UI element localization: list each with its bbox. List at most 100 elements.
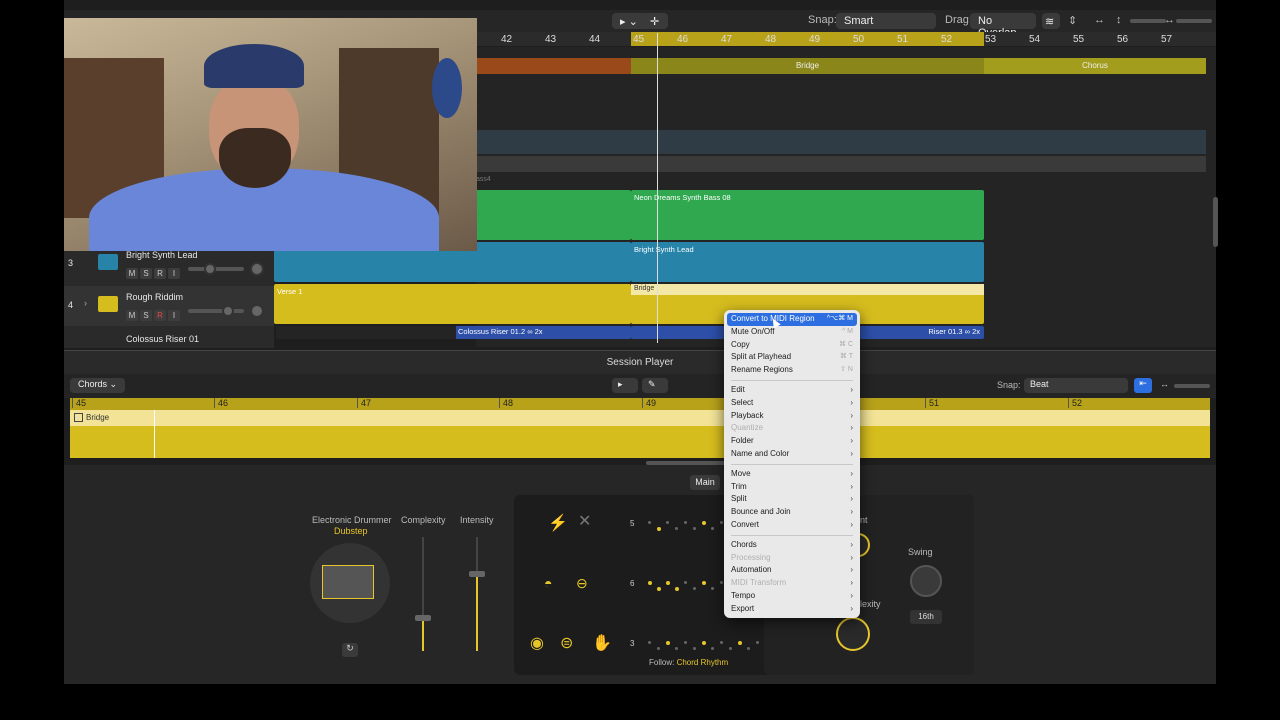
menu-item-split[interactable]: Split ›: [727, 493, 857, 506]
region-verse[interactable]: Verse 1: [274, 284, 631, 324]
pattern-step[interactable]: [666, 581, 670, 585]
tracks-area[interactable]: Bridge Chorus ass4 Neon Dreams Synth Bas…: [274, 33, 1218, 347]
cymbal-icon[interactable]: ◓: [544, 575, 552, 591]
menu-item-move[interactable]: Move ›: [727, 468, 857, 481]
menu-item-copy[interactable]: Copy ⌘ C: [727, 339, 857, 352]
marquee-tool-menu[interactable]: ✛: [642, 13, 668, 29]
fit-horizontal-icon[interactable]: ↔: [1094, 14, 1105, 26]
vertical-zoom-slider[interactable]: [1130, 19, 1166, 23]
pattern-step[interactable]: [702, 581, 706, 585]
kit-style[interactable]: Dubstep: [334, 526, 368, 536]
pattern-step[interactable]: [720, 581, 723, 584]
pattern-step[interactable]: [657, 527, 661, 531]
pan-knob[interactable]: [250, 304, 264, 318]
pattern-step[interactable]: [756, 641, 759, 644]
menu-item-name-and-color[interactable]: Name and Color ›: [727, 448, 857, 461]
play-icon[interactable]: ▸: [74, 413, 83, 422]
pattern-step[interactable]: [684, 581, 687, 584]
drag-select[interactable]: No Overlap: [970, 13, 1036, 39]
pattern-step[interactable]: [684, 521, 687, 524]
mute-button[interactable]: M: [126, 268, 138, 279]
menu-item-convert[interactable]: Convert ›: [727, 519, 857, 532]
menu-item-playback[interactable]: Playback ›: [727, 410, 857, 423]
menu-item-convert-to-midi-region[interactable]: Convert to MIDI Region ^⌥⌘ M: [727, 313, 857, 326]
hihat-icon[interactable]: ⊖: [576, 575, 588, 592]
marker-bridge[interactable]: Bridge: [631, 58, 984, 74]
pattern-step[interactable]: [711, 587, 714, 590]
zoom-slider[interactable]: [1174, 384, 1210, 388]
volume-slider[interactable]: [188, 309, 244, 313]
solo-button[interactable]: S: [140, 310, 152, 321]
complexity-knob[interactable]: [836, 617, 870, 651]
menu-item-automation[interactable]: Automation ›: [727, 564, 857, 577]
playhead[interactable]: [154, 410, 155, 458]
snap-select[interactable]: Beat: [1024, 378, 1128, 393]
pan-knob[interactable]: [250, 262, 264, 276]
follow-value[interactable]: Chord Rhythm: [677, 658, 729, 667]
pattern-step[interactable]: [747, 647, 750, 650]
pattern-step[interactable]: [648, 521, 651, 524]
menu-item-split-at-playhead[interactable]: Split at Playhead ⌘ T: [727, 351, 857, 364]
pencil-tool-menu[interactable]: ✎: [642, 378, 668, 393]
region-synth-bass-a[interactable]: [476, 190, 631, 240]
track-name[interactable]: Bright Synth Lead: [126, 250, 198, 260]
pattern-step[interactable]: [693, 587, 696, 590]
playhead[interactable]: [657, 33, 658, 343]
intensity-slider-handle[interactable]: [469, 571, 485, 577]
refresh-icon[interactable]: ↻: [342, 643, 358, 657]
pattern-step[interactable]: [657, 587, 661, 591]
menu-item-trim[interactable]: Trim ›: [727, 481, 857, 494]
marker-chorus[interactable]: Chorus: [984, 58, 1206, 74]
menu-item-bounce-and-join[interactable]: Bounce and Join ›: [727, 506, 857, 519]
lightning-icon[interactable]: ⚡: [548, 513, 568, 533]
swing-knob[interactable]: [910, 565, 942, 597]
track-name[interactable]: Colossus Riser 01: [126, 334, 199, 344]
pattern-step[interactable]: [720, 641, 723, 644]
drum-machine-image[interactable]: [310, 543, 390, 623]
swing-value[interactable]: 16th: [910, 610, 942, 624]
vertical-scrollbar[interactable]: [1213, 197, 1218, 247]
complexity-slider-handle[interactable]: [415, 615, 431, 621]
menu-item-folder[interactable]: Folder ›: [727, 435, 857, 448]
menu-item-chords[interactable]: Chords ›: [727, 539, 857, 552]
pattern-step[interactable]: [648, 581, 652, 585]
pattern-step[interactable]: [684, 641, 687, 644]
horizontal-zoom-icon[interactable]: ↔: [1160, 379, 1169, 389]
pattern-step[interactable]: [702, 521, 706, 525]
pattern-step[interactable]: [693, 527, 696, 530]
record-button[interactable]: R: [154, 310, 166, 321]
menu-item-tempo[interactable]: Tempo ›: [727, 590, 857, 603]
volume-thumb[interactable]: [222, 305, 234, 317]
menu-item-export[interactable]: Export ›: [727, 603, 857, 616]
pattern-step[interactable]: [711, 527, 714, 530]
pattern-step[interactable]: [648, 641, 651, 644]
volume-thumb[interactable]: [204, 263, 216, 275]
region-synth-bass-b[interactable]: Neon Dreams Synth Bass 08: [631, 190, 984, 240]
pattern-step[interactable]: [675, 647, 678, 650]
marker-prev[interactable]: [476, 58, 631, 74]
solo-button[interactable]: S: [140, 268, 152, 279]
snap-select[interactable]: Smart: [836, 13, 936, 29]
close-icon[interactable]: ✕: [578, 511, 591, 531]
record-button[interactable]: R: [154, 268, 166, 279]
waveform-zoom-icon[interactable]: ≋: [1042, 13, 1060, 29]
pattern-step[interactable]: [711, 647, 714, 650]
fit-vertical-icon[interactable]: ⇕: [1068, 14, 1077, 27]
input-monitor-button[interactable]: I: [168, 310, 180, 321]
region-riser-a[interactable]: Colossus Riser 01.2 ∞ 2x: [454, 326, 631, 339]
pattern-step[interactable]: [675, 587, 679, 591]
pattern-step[interactable]: [738, 641, 742, 645]
vertical-zoom-icon[interactable]: ↕: [1116, 14, 1122, 26]
menu-item-edit[interactable]: Edit ›: [727, 384, 857, 397]
pattern-step[interactable]: [720, 521, 723, 524]
pattern-step[interactable]: [693, 647, 696, 650]
disclosure-chevron-icon[interactable]: ›: [84, 298, 87, 308]
tab-main[interactable]: Main: [690, 475, 720, 490]
menu-item-mute-on-off[interactable]: Mute On/Off ^ M: [727, 326, 857, 339]
snare-icon[interactable]: ⊜: [560, 633, 573, 653]
catch-playhead-icon[interactable]: ⇤: [1134, 378, 1152, 393]
region-synth-lead-b[interactable]: Bright Synth Lead: [631, 242, 984, 282]
chords-menu[interactable]: Chords ⌄: [70, 378, 126, 393]
pattern-step[interactable]: [729, 647, 732, 650]
horizontal-zoom-slider[interactable]: [1176, 19, 1212, 23]
